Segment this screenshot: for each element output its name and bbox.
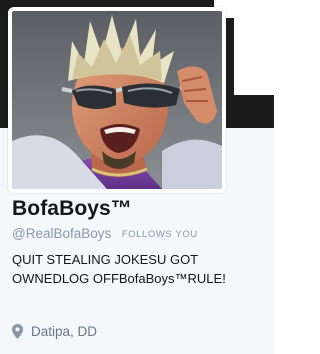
profile-display-name[interactable]: BofaBoys™ [12,197,132,221]
handle-row: @RealBofaBoys FOLLOWS YOU [12,225,198,241]
banner-highlight [234,0,274,95]
profile-location: Datipa, DD [12,322,97,340]
location-text: Datipa, DD [31,323,98,339]
location-pin-icon [12,323,23,339]
avatar[interactable] [8,7,226,193]
follows-you-badge: FOLLOWS YOU [121,229,198,240]
profile-card: BofaBoys™ @RealBofaBoys FOLLOWS YOU QUIT… [0,0,274,354]
avatar-photo [12,11,222,189]
profile-handle[interactable]: @RealBofaBoys [12,226,111,241]
profile-bio: QUIT STEALING JOKESU GOT OWNEDLOG OFFBof… [12,252,226,286]
